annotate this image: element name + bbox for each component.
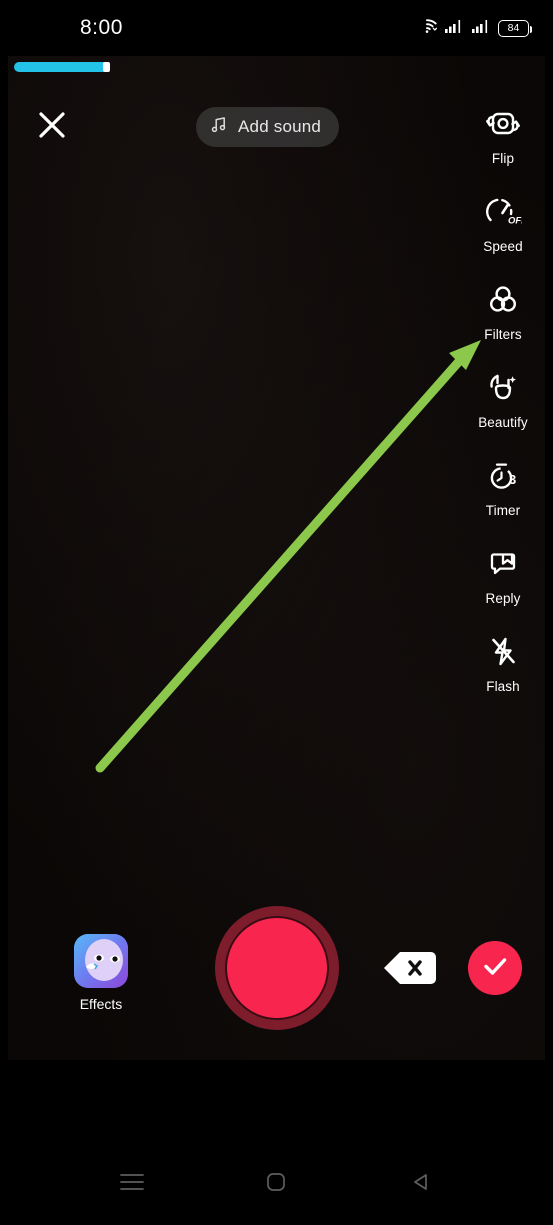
effects-face-icon <box>74 934 128 988</box>
android-navigation-bar <box>0 1143 553 1225</box>
camera-tool-rail: Flip OFF Speed Filters <box>461 100 545 716</box>
cellular-signal-icon <box>471 18 491 39</box>
back-triangle-icon <box>409 1170 433 1199</box>
effects-label: Effects <box>79 996 123 1012</box>
tool-label-beautify: Beautify <box>478 415 528 430</box>
status-bar-icons: 84 <box>417 17 532 39</box>
svg-text:3: 3 <box>509 472 516 487</box>
backspace-delete-icon <box>382 952 437 990</box>
add-sound-label: Add sound <box>238 117 322 136</box>
recording-progress-fill <box>14 62 108 72</box>
effects-button[interactable]: Effects <box>70 934 132 1012</box>
tool-button-beautify[interactable]: Beautify <box>461 364 545 452</box>
tool-button-filters[interactable]: Filters <box>461 276 545 364</box>
recording-progress-bar <box>8 62 545 72</box>
tool-label-timer: Timer <box>485 503 521 518</box>
svg-text:OFF: OFF <box>508 216 522 227</box>
battery-level-label: 84 <box>507 21 520 34</box>
checkmark-icon <box>480 951 510 986</box>
battery-icon: 84 <box>498 19 532 37</box>
tool-button-reply[interactable]: Reply <box>461 540 545 628</box>
back-button[interactable] <box>391 1154 451 1214</box>
reply-bubble-bookmark-icon <box>483 544 523 584</box>
home-button[interactable] <box>246 1154 306 1214</box>
flash-off-icon <box>483 632 523 672</box>
menu-recents-icon <box>118 1171 146 1198</box>
record-button[interactable] <box>215 906 339 1030</box>
tool-label-filters: Filters <box>484 327 522 342</box>
home-square-icon <box>264 1170 288 1199</box>
tool-label-flip: Flip <box>491 151 515 166</box>
close-icon <box>37 110 67 145</box>
tool-label-reply: Reply <box>485 591 521 606</box>
tool-label-speed: Speed <box>483 239 523 254</box>
status-bar-clock: 8:00 <box>80 16 123 39</box>
delete-clip-button[interactable] <box>382 950 437 986</box>
confirm-button[interactable] <box>468 941 522 995</box>
record-button-icon <box>225 916 329 1020</box>
recording-progress-cap <box>103 62 110 72</box>
recents-button[interactable] <box>102 1154 162 1214</box>
status-bar: 8:00 84 <box>0 0 553 56</box>
tool-button-flash[interactable]: Flash <box>461 628 545 716</box>
music-note-icon <box>210 115 229 139</box>
cellular-signal-icon <box>444 18 464 39</box>
camera-flip-icon <box>483 104 523 144</box>
add-sound-button[interactable]: Add sound <box>196 107 340 147</box>
wifi-icon <box>417 17 438 39</box>
tool-label-flash: Flash <box>486 679 520 694</box>
timer-stopwatch-icon: 3 <box>483 456 523 496</box>
tool-button-flip[interactable]: Flip <box>461 100 545 188</box>
speedometer-icon: OFF <box>483 192 523 232</box>
close-button[interactable] <box>30 105 74 149</box>
beautify-face-sparkle-icon <box>483 368 523 408</box>
filters-circles-icon <box>483 280 523 320</box>
tool-button-speed[interactable]: OFF Speed <box>461 188 545 276</box>
tool-button-timer[interactable]: 3 Timer <box>461 452 545 540</box>
